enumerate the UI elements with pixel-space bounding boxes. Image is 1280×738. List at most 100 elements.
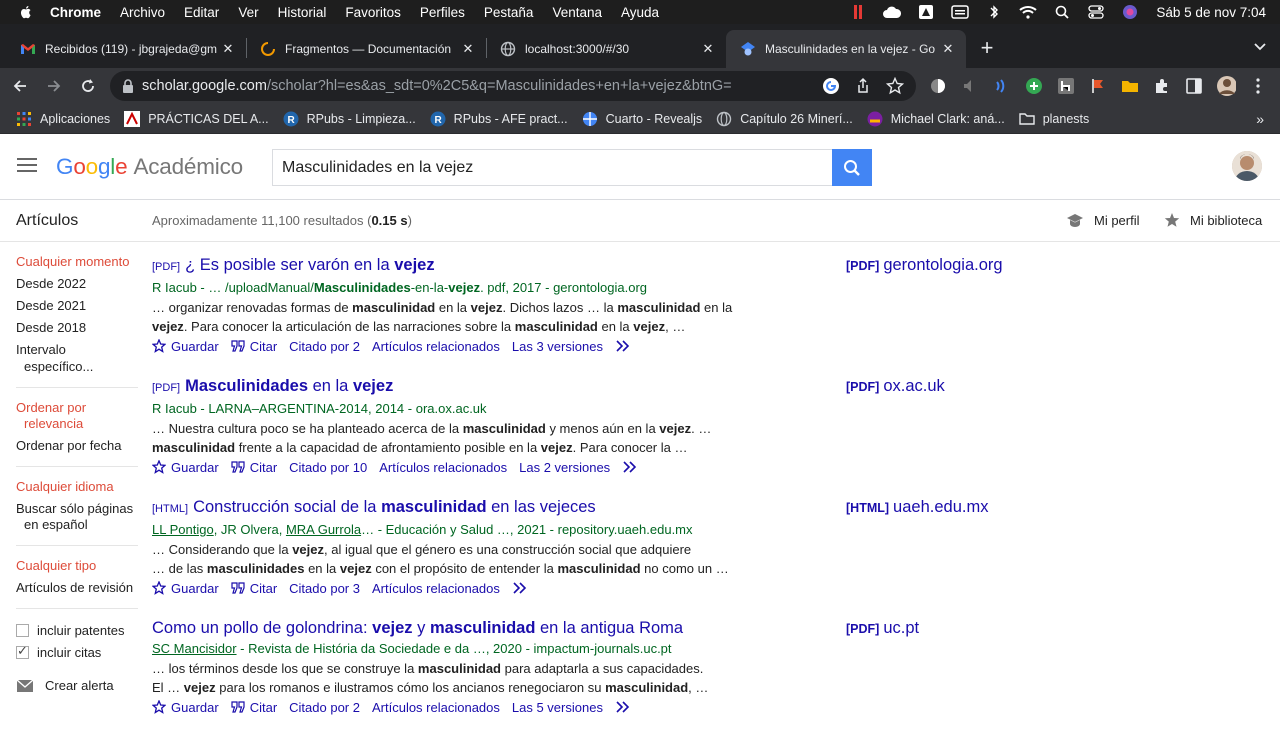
kebab-menu-icon[interactable] bbox=[1248, 76, 1268, 96]
cited-by-link[interactable]: Citado por 3 bbox=[289, 581, 360, 596]
menu-chrome[interactable]: Chrome bbox=[50, 5, 101, 20]
result-fulltext-link[interactable]: [HTML] uaeh.edu.mx bbox=[846, 496, 988, 519]
result-title-link[interactable]: Como un pollo de golondrina: vejez y mas… bbox=[152, 617, 1252, 639]
cite-button[interactable]: Citar bbox=[231, 339, 277, 354]
versions-link[interactable]: Las 2 versiones bbox=[519, 460, 610, 475]
patents-checkbox[interactable] bbox=[16, 624, 29, 637]
apple-logo-icon[interactable] bbox=[18, 4, 34, 20]
bookmark-rpubs-limpieza[interactable]: R RPubs - Limpieza... bbox=[283, 111, 416, 127]
sort-by-date[interactable]: Ordenar por fecha bbox=[16, 438, 138, 454]
my-library-link[interactable]: Mi biblioteca bbox=[1164, 212, 1262, 228]
cite-button[interactable]: Citar bbox=[231, 460, 277, 475]
menu-ayuda[interactable]: Ayuda bbox=[621, 5, 659, 20]
recording-icon[interactable] bbox=[848, 4, 868, 20]
filter-custom-range-cont[interactable]: específico... bbox=[16, 359, 138, 375]
include-patents-option[interactable]: incluir patentes bbox=[16, 623, 138, 638]
dark-mode-extension-icon[interactable] bbox=[928, 76, 948, 96]
share-icon[interactable] bbox=[854, 77, 872, 95]
side-panel-icon[interactable] bbox=[1184, 76, 1204, 96]
search-button[interactable] bbox=[832, 149, 872, 186]
save-button[interactable]: Guardar bbox=[152, 460, 219, 475]
related-articles-link[interactable]: Artículos relacionados bbox=[372, 339, 500, 354]
new-tab-button[interactable]: + bbox=[975, 37, 999, 61]
menu-archivo[interactable]: Archivo bbox=[120, 5, 165, 20]
keyboard-icon[interactable] bbox=[950, 4, 970, 20]
result-title-link[interactable]: [HTML] Construcción social de la masculin… bbox=[152, 496, 1252, 520]
reload-button[interactable] bbox=[74, 72, 102, 100]
close-icon[interactable]: ✕ bbox=[940, 41, 956, 57]
spotlight-search-icon[interactable] bbox=[1052, 4, 1072, 20]
more-actions-button[interactable] bbox=[615, 340, 636, 352]
create-alert-link[interactable]: Crear alerta bbox=[16, 678, 138, 693]
cite-button[interactable]: Citar bbox=[231, 581, 277, 596]
wifi-icon[interactable] bbox=[1018, 4, 1038, 20]
tab-gmail[interactable]: Recibidos (119) - jbgrajeda@gm ✕ bbox=[6, 30, 246, 68]
add-extension-icon[interactable] bbox=[1024, 76, 1044, 96]
forward-button[interactable] bbox=[40, 72, 68, 100]
control-center-icon[interactable] bbox=[1086, 4, 1106, 20]
result-title-link[interactable]: [PDF] Masculinidades en la vejez bbox=[152, 375, 1252, 399]
mute-extension-icon[interactable] bbox=[960, 76, 980, 96]
filter-custom-range[interactable]: Intervalo bbox=[16, 342, 138, 358]
menu-ventana[interactable]: Ventana bbox=[552, 5, 602, 20]
my-profile-link[interactable]: Mi perfil bbox=[1066, 212, 1140, 228]
bookmarks-overflow-icon[interactable]: » bbox=[1256, 111, 1264, 127]
close-icon[interactable]: ✕ bbox=[220, 41, 236, 57]
menu-favoritos[interactable]: Favoritos bbox=[345, 5, 401, 20]
tab-scholar-active[interactable]: Masculinidades en la vejez - Go ✕ bbox=[726, 30, 966, 68]
close-icon[interactable]: ✕ bbox=[460, 41, 476, 57]
lock-icon[interactable] bbox=[122, 79, 134, 93]
bookmark-revealjs[interactable]: Cuarto - Revealjs bbox=[582, 111, 702, 127]
related-articles-link[interactable]: Artículos relacionados bbox=[372, 581, 500, 596]
sort-relevance-cont[interactable]: relevancia bbox=[16, 416, 138, 432]
bookmark-capitulo-26[interactable]: Capítulo 26 Minerí... bbox=[716, 111, 853, 127]
related-articles-link[interactable]: Artículos relacionados bbox=[372, 700, 500, 715]
address-bar[interactable]: scholar.google.com/scholar?hl=es&as_sdt=… bbox=[110, 71, 916, 101]
filter-since-2021[interactable]: Desde 2021 bbox=[16, 298, 138, 314]
related-articles-link[interactable]: Artículos relacionados bbox=[379, 460, 507, 475]
bookmark-rpubs-afe[interactable]: R RPubs - AFE pract... bbox=[430, 111, 568, 127]
audio-extension-icon[interactable] bbox=[992, 76, 1012, 96]
folder-extension-icon[interactable] bbox=[1120, 76, 1140, 96]
filter-since-2018[interactable]: Desde 2018 bbox=[16, 320, 138, 336]
bookmark-planests[interactable]: planests bbox=[1018, 111, 1089, 127]
cloud-icon[interactable] bbox=[882, 4, 902, 20]
bookmark-aplicaciones[interactable]: Aplicaciones bbox=[16, 111, 110, 127]
url-text[interactable]: scholar.google.com/scholar?hl=es&as_sdt=… bbox=[142, 78, 732, 94]
cite-button[interactable]: Citar bbox=[231, 700, 277, 715]
more-actions-button[interactable] bbox=[512, 582, 533, 594]
result-fulltext-link[interactable]: [PDF] gerontologia.org bbox=[846, 254, 1003, 277]
bluetooth-icon[interactable] bbox=[984, 4, 1004, 20]
result-fulltext-link[interactable]: [PDF] ox.ac.uk bbox=[846, 375, 945, 398]
filter-spanish-only[interactable]: Buscar sólo páginas bbox=[16, 501, 138, 517]
google-lens-icon[interactable] bbox=[822, 77, 840, 95]
cited-by-link[interactable]: Citado por 10 bbox=[289, 460, 367, 475]
star-bookmark-icon[interactable] bbox=[886, 77, 904, 95]
scholar-logo[interactable]: Google Académico bbox=[56, 154, 243, 180]
include-citations-option[interactable]: incluir citas bbox=[16, 643, 138, 660]
user-avatar[interactable] bbox=[1232, 151, 1262, 181]
sort-relevance[interactable]: Ordenar por bbox=[16, 400, 138, 416]
cited-by-link[interactable]: Citado por 2 bbox=[289, 339, 360, 354]
result-title-link[interactable]: [PDF] ¿ Es posible ser varón en la vejez bbox=[152, 254, 1252, 278]
menu-historial[interactable]: Historial bbox=[278, 5, 327, 20]
result-fulltext-link[interactable]: [PDF] uc.pt bbox=[846, 617, 919, 640]
siri-icon[interactable] bbox=[1120, 4, 1140, 20]
cited-by-link[interactable]: Citado por 2 bbox=[289, 700, 360, 715]
menu-pestana[interactable]: Pestaña bbox=[484, 5, 534, 20]
filter-review-articles[interactable]: Artículos de revisión bbox=[16, 580, 138, 596]
versions-link[interactable]: Las 3 versiones bbox=[512, 339, 603, 354]
puzzle-extensions-icon[interactable] bbox=[1152, 76, 1172, 96]
save-button[interactable]: Guardar bbox=[152, 581, 219, 596]
section-title[interactable]: Artículos bbox=[16, 212, 78, 230]
bookmark-practicas[interactable]: PRÁCTICAS DEL A... bbox=[124, 110, 269, 127]
profile-avatar-icon[interactable] bbox=[1216, 76, 1236, 96]
filter-any-language[interactable]: Cualquier idioma bbox=[16, 479, 138, 495]
citations-checkbox[interactable] bbox=[16, 643, 29, 659]
tab-fragmentos[interactable]: Fragmentos — Documentación ✕ bbox=[246, 30, 486, 68]
versions-link[interactable]: Las 5 versiones bbox=[512, 700, 603, 715]
close-icon[interactable]: ✕ bbox=[700, 41, 716, 57]
menu-editar[interactable]: Editar bbox=[184, 5, 219, 20]
filter-since-2022[interactable]: Desde 2022 bbox=[16, 276, 138, 292]
flag-extension-icon[interactable] bbox=[1088, 76, 1108, 96]
